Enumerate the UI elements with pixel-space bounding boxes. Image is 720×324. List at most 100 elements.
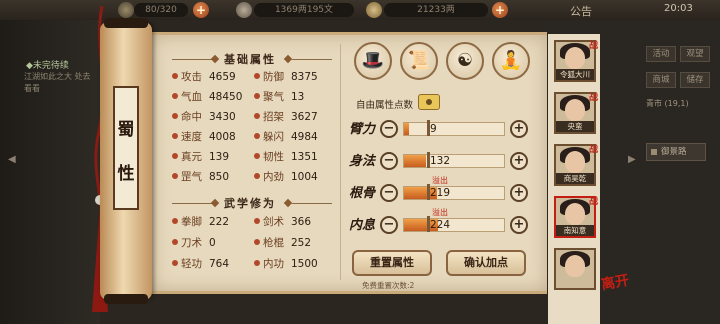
- decrease-button[interactable]: −: [380, 216, 398, 234]
- decrease-button[interactable]: −: [380, 184, 398, 202]
- attr-bullet-icon: [172, 73, 178, 79]
- hero-name: 商昊乾: [556, 173, 594, 184]
- stamina-icon: [118, 2, 134, 18]
- confirm-points-button[interactable]: 确认加点: [446, 250, 526, 276]
- martial-pose-icon[interactable]: 🧘: [492, 42, 530, 80]
- attr-bullet-icon: [172, 218, 178, 224]
- basic-attr-0: 攻击 4659: [172, 70, 236, 84]
- martial-attr-4: 轻功 764: [172, 257, 229, 271]
- hero-face: [565, 203, 585, 225]
- stamina-value: 80/320: [134, 3, 188, 17]
- hero-card-0[interactable]: 令狐大川 战: [554, 40, 598, 82]
- attr-value: 1004: [291, 171, 318, 183]
- hero-card-1[interactable]: 央蛮 战: [554, 92, 598, 134]
- hero-name: 令狐大川: [556, 69, 594, 80]
- stat-value: 219: [430, 187, 451, 199]
- attr-label: 罡气: [181, 171, 202, 183]
- increase-button[interactable]: +: [510, 216, 528, 234]
- reset-attributes-button[interactable]: 重置属性: [352, 250, 432, 276]
- attr-value: 13: [291, 91, 305, 103]
- martial-attr-2: 刀术 0: [172, 236, 216, 250]
- expand-arrow-icon[interactable]: ▶: [628, 154, 636, 165]
- notice-link[interactable]: 公告: [570, 3, 592, 19]
- activity-button[interactable]: 活动: [646, 46, 676, 62]
- add-stamina-button[interactable]: +: [193, 2, 209, 18]
- attr-label: 刀术: [181, 237, 202, 249]
- basic-attr-9: 韧性 1351: [254, 150, 318, 164]
- collapse-arrow-icon[interactable]: ◀: [8, 154, 16, 165]
- attr-value: 139: [209, 151, 230, 163]
- basic-header-line-left: [172, 59, 212, 60]
- basic-attr-11: 内劲 1004: [254, 170, 318, 184]
- decrease-button[interactable]: −: [380, 120, 398, 138]
- war-badge: 战: [588, 145, 598, 155]
- attr-value: 850: [209, 171, 230, 183]
- watch-button[interactable]: 观望: [680, 46, 710, 62]
- stat-calligraphy-2: 根骨: [349, 186, 376, 201]
- attr-value: 3627: [291, 111, 318, 123]
- attr-label: 防御: [263, 71, 284, 83]
- basic-header-line-right: [292, 59, 332, 60]
- clock: 20:03: [664, 3, 693, 14]
- quest-body: 江湖如此之大 处去看看: [24, 72, 91, 93]
- hero-card-4[interactable]: [554, 248, 596, 290]
- scroll-title: 蜀 性: [113, 86, 139, 210]
- stat-bar-fill: [404, 155, 426, 167]
- attr-label: 剑术: [263, 216, 284, 228]
- attr-bullet-icon: [254, 218, 260, 224]
- increase-button[interactable]: +: [510, 120, 528, 138]
- increase-button[interactable]: +: [510, 184, 528, 202]
- attr-bullet-icon: [172, 153, 178, 159]
- attr-label: 躲闪: [263, 131, 284, 143]
- storage-button[interactable]: 储存: [680, 72, 710, 88]
- attr-value: 366: [291, 216, 312, 228]
- hero-face: [565, 151, 585, 173]
- shop-button[interactable]: 商城: [646, 72, 676, 88]
- attr-bullet-icon: [172, 173, 178, 179]
- copper-value: 1369两195文: [254, 3, 354, 17]
- attr-value: 3430: [209, 111, 236, 123]
- roller-cap-top: [104, 18, 148, 28]
- attr-bullet-icon: [254, 73, 260, 79]
- decrease-button[interactable]: −: [380, 152, 398, 170]
- yin-yang-icon[interactable]: ☯: [446, 42, 484, 80]
- silver-value: 21233两: [384, 3, 488, 17]
- add-silver-button[interactable]: +: [492, 2, 508, 18]
- attr-label: 轻功: [181, 258, 202, 270]
- increase-button[interactable]: +: [510, 152, 528, 170]
- basic-attr-10: 罡气 850: [172, 170, 229, 184]
- martial-header-line-left: [172, 203, 212, 204]
- martial-attr-5: 内功 1500: [254, 257, 318, 271]
- hero-hat-icon[interactable]: 🎩: [354, 42, 392, 80]
- road-button[interactable]: 御景路: [646, 143, 706, 161]
- attr-bullet-icon: [254, 239, 260, 245]
- quest-title[interactable]: ◆未完待续: [26, 58, 69, 71]
- attr-bullet-icon: [172, 93, 178, 99]
- basic-attr-2: 气血 48450: [172, 90, 242, 104]
- stat-bar: 132: [403, 152, 505, 168]
- stat-calligraphy-0: 臂力: [349, 122, 376, 137]
- attr-bullet-icon: [254, 133, 260, 139]
- attr-value: 48450: [209, 91, 243, 103]
- hero-card-3[interactable]: 南知意 战: [554, 196, 598, 238]
- attr-label: 气血: [181, 91, 202, 103]
- martial-header-line-right: [292, 203, 332, 204]
- attr-value: 4984: [291, 131, 318, 143]
- attr-value: 764: [209, 258, 230, 270]
- attr-label: 韧性: [263, 151, 284, 163]
- attr-label: 真元: [181, 151, 202, 163]
- martial-attrs-header: 武学修为: [224, 197, 276, 210]
- pane-divider: [340, 44, 341, 280]
- basic-attr-5: 招架 3627: [254, 110, 318, 124]
- roller-cap-bottom: [104, 294, 148, 304]
- hero-face: [565, 99, 585, 121]
- hero-face: [565, 255, 585, 277]
- war-badge: 战: [588, 41, 598, 51]
- scroll-book-icon[interactable]: 📜: [400, 42, 438, 80]
- attr-bullet-icon: [172, 260, 178, 266]
- hero-card-2[interactable]: 商昊乾 战: [554, 144, 598, 186]
- stat-value: 132: [430, 155, 451, 167]
- hero-name: 央蛮: [556, 121, 594, 132]
- attr-label: 招架: [263, 111, 284, 123]
- stat-calligraphy-1: 身法: [349, 154, 376, 169]
